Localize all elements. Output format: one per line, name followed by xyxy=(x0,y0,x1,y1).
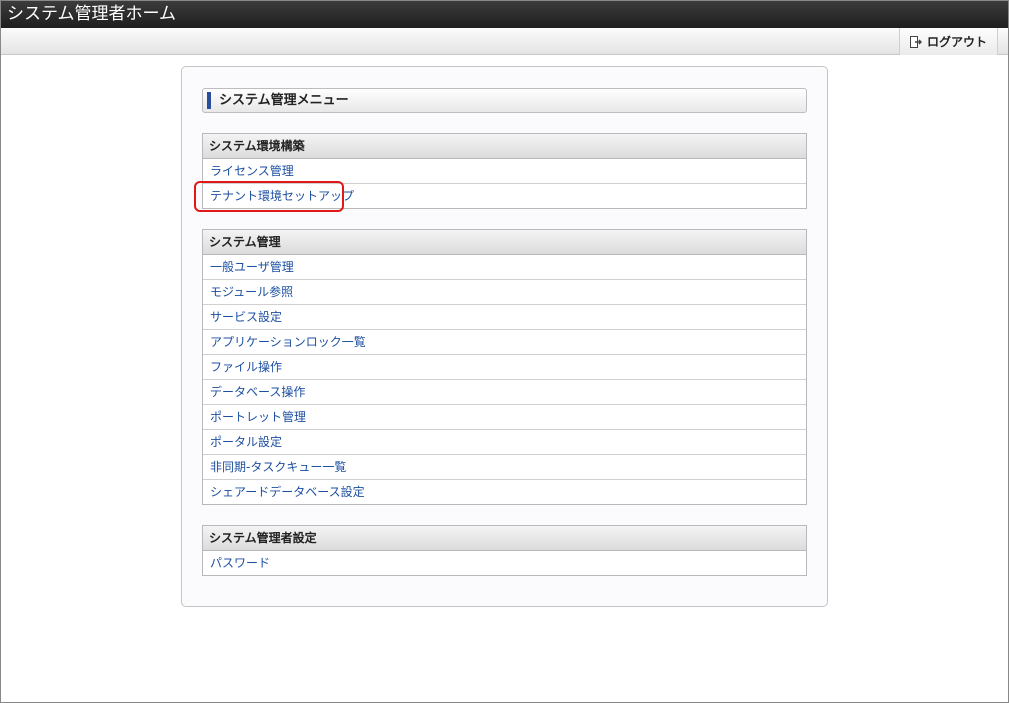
link-database-operations[interactable]: データベース操作 xyxy=(203,380,806,405)
logout-icon xyxy=(909,35,922,48)
link-async-task-queue-list[interactable]: 非同期-タスクキュー一覧 xyxy=(203,455,806,480)
section-system-management: システム管理 一般ユーザ管理 モジュール参照 サービス設定 アプリケーションロッ… xyxy=(202,229,807,505)
logout-button[interactable]: ログアウト xyxy=(899,28,998,55)
section-header: システム環境構築 xyxy=(203,134,806,159)
link-portal-settings[interactable]: ポータル設定 xyxy=(203,430,806,455)
window-title: システム管理者ホーム xyxy=(1,1,1008,28)
section-admin-settings: システム管理者設定 パスワード xyxy=(202,525,807,576)
system-menu-panel: システム管理メニュー システム環境構築 ライセンス管理 テナント環境セットアップ… xyxy=(181,66,828,607)
link-license-management[interactable]: ライセンス管理 xyxy=(203,159,806,184)
link-service-settings[interactable]: サービス設定 xyxy=(203,305,806,330)
link-portlet-management[interactable]: ポートレット管理 xyxy=(203,405,806,430)
link-file-operations[interactable]: ファイル操作 xyxy=(203,355,806,380)
section-header: システム管理 xyxy=(203,230,806,255)
section-header: システム管理者設定 xyxy=(203,526,806,551)
toolbar: ログアウト xyxy=(1,28,1008,55)
title-accent-bar xyxy=(207,92,211,109)
logout-label: ログアウト xyxy=(926,35,987,49)
link-shared-database-settings[interactable]: シェアードデータベース設定 xyxy=(203,480,806,504)
section-system-environment: システム環境構築 ライセンス管理 テナント環境セットアップ xyxy=(202,133,807,209)
link-application-lock-list[interactable]: アプリケーションロック一覧 xyxy=(203,330,806,355)
menu-title-text: システム管理メニュー xyxy=(219,93,349,108)
link-general-user-management[interactable]: 一般ユーザ管理 xyxy=(203,255,806,280)
link-password[interactable]: パスワード xyxy=(203,551,806,575)
link-module-reference[interactable]: モジュール参照 xyxy=(203,280,806,305)
link-tenant-setup[interactable]: テナント環境セットアップ xyxy=(203,184,806,208)
menu-title: システム管理メニュー xyxy=(202,88,807,113)
